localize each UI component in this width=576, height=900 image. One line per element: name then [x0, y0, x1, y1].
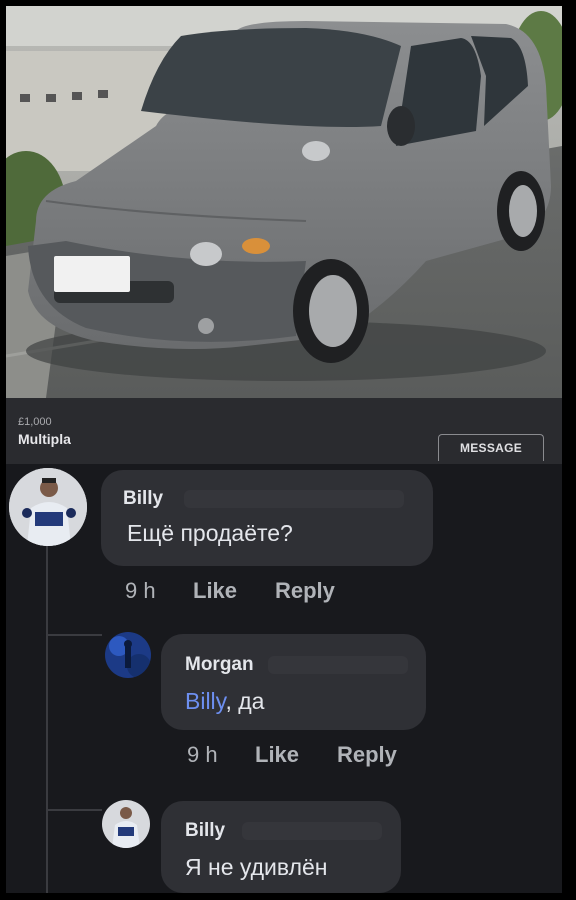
redacted-name: [242, 822, 382, 840]
avatar[interactable]: [102, 800, 150, 848]
mention-link[interactable]: Billy: [185, 688, 225, 714]
redacted-name: [268, 656, 408, 674]
like-button[interactable]: Like: [255, 742, 299, 768]
comment-text: Я не удивлён: [185, 854, 328, 880]
reply-button[interactable]: Reply: [337, 742, 397, 768]
comment-bubble: [161, 634, 426, 730]
like-button[interactable]: Like: [193, 578, 237, 604]
avatar[interactable]: [105, 632, 151, 678]
reply-button[interactable]: Reply: [275, 578, 335, 604]
avatar[interactable]: [9, 468, 87, 546]
screenshot-frame: £1,000 Multipla MESSAGE Billy Ещё продаё…: [6, 6, 562, 893]
comment-time: 9 h: [125, 578, 156, 603]
message-button[interactable]: MESSAGE: [438, 434, 544, 461]
listing-photo[interactable]: [6, 6, 562, 398]
comment-bubble: [101, 470, 433, 566]
redacted-name: [184, 490, 404, 508]
thread-line: [46, 546, 48, 893]
comments-section: Billy Ещё продаёте? 9 h Like Reply Morga…: [6, 464, 562, 893]
comment-author[interactable]: Billy: [123, 488, 163, 510]
comment-time: 9 h: [187, 742, 218, 767]
listing-price: £1,000: [18, 416, 52, 428]
comment-text: Billy, да: [185, 688, 264, 715]
comment-author[interactable]: Morgan: [185, 654, 254, 676]
comment-author[interactable]: Billy: [185, 820, 225, 842]
comment-text: Ещё продаёте?: [127, 520, 293, 546]
thread-branch: [46, 634, 102, 636]
listing-info-bar: £1,000 Multipla MESSAGE: [6, 398, 562, 464]
listing-title[interactable]: Multipla: [18, 431, 71, 447]
comment-text-rest: , да: [225, 688, 265, 714]
thread-branch: [46, 809, 102, 811]
